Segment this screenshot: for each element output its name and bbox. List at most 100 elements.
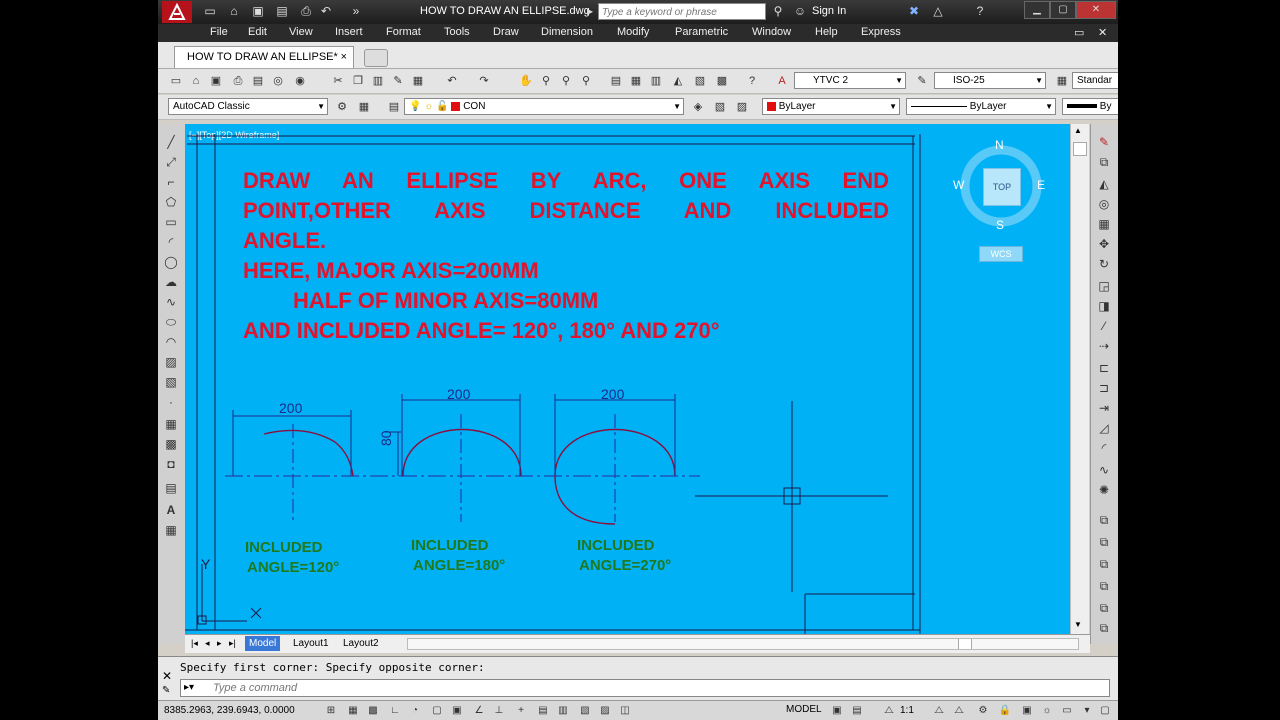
sign-in-link[interactable]: Sign In	[812, 5, 846, 17]
color-select[interactable]: ByLayer ▼	[762, 98, 900, 115]
quick-properties-icon[interactable]: ▧	[578, 704, 592, 718]
binoculars-icon[interactable]: ⚲	[770, 3, 786, 19]
command-settings-icon[interactable]: ✎	[162, 685, 170, 696]
annotation-scale-value[interactable]: 1:1	[900, 705, 914, 716]
menu-format[interactable]: Format	[386, 26, 421, 38]
polar-tracking-icon[interactable]: ◔	[408, 704, 422, 718]
markup-icon[interactable]: ▧	[692, 73, 708, 89]
qnew-icon[interactable]: ▭	[168, 73, 184, 89]
doc-restore-icon[interactable]: ▭	[1074, 26, 1084, 39]
customization-icon[interactable]: ▢	[1098, 704, 1112, 718]
command-close-icon[interactable]: ✕	[162, 669, 172, 683]
scroll-down-icon[interactable]: ▼	[1074, 620, 1082, 629]
menu-insert[interactable]: Insert	[335, 26, 363, 38]
table-icon[interactable]: ▤	[163, 480, 179, 496]
lock-ui-icon[interactable]: 🔒	[998, 704, 1012, 718]
circle-icon[interactable]: ◯	[163, 254, 179, 270]
open-file-icon[interactable]: ⌂	[226, 3, 242, 19]
doc-close-icon[interactable]: ✕	[1098, 26, 1107, 39]
workspace-select[interactable]: AutoCAD Classic ▼	[168, 98, 328, 115]
make-current-layer-icon[interactable]: ◈	[690, 99, 706, 115]
lineweight-select[interactable]: By	[1062, 98, 1118, 115]
zoom-realtime-icon[interactable]: ⚲	[538, 73, 554, 89]
spline-icon[interactable]: ∿	[163, 294, 179, 310]
autodesk-a360-icon[interactable]: △	[930, 3, 946, 19]
viewcube[interactable]: TOP N S E W WCS	[951, 138, 1051, 268]
arc-icon[interactable]: ◜	[163, 234, 179, 250]
auto-scale-icon[interactable]: ⧍	[952, 704, 966, 718]
user-icon[interactable]: ☺	[792, 3, 808, 19]
rotate-icon[interactable]: ↻	[1096, 256, 1112, 272]
command-prompt-icon[interactable]: ▸▾	[184, 682, 194, 693]
viewcube-south[interactable]: S	[996, 218, 1004, 232]
make-block-icon[interactable]: ▧	[163, 374, 179, 390]
menu-file[interactable]: File	[210, 26, 228, 38]
draw-order-under-icon[interactable]: ⧉	[1096, 578, 1112, 594]
viewcube-top-face[interactable]: TOP	[983, 168, 1021, 206]
break-icon[interactable]: ⊐	[1096, 380, 1112, 396]
clean-screen-icon[interactable]: ▭	[1060, 704, 1074, 718]
save-as-icon[interactable]: ▤	[274, 3, 290, 19]
3d-object-snap-icon[interactable]: ▣	[450, 704, 464, 718]
search-input[interactable]: Type a keyword or phrase	[598, 3, 766, 20]
menu-express[interactable]: Express	[861, 26, 901, 38]
open-icon[interactable]: ⌂	[188, 73, 204, 89]
lineweight-icon[interactable]: ▤	[536, 704, 550, 718]
maximize-button[interactable]: ▢	[1050, 1, 1076, 19]
design-center-icon[interactable]: ▦	[628, 73, 644, 89]
insert-block-icon[interactable]: ▨	[163, 354, 179, 370]
cursor-coordinates[interactable]: 8385.2963, 239.6943, 0.0000	[164, 705, 295, 716]
stretch-icon[interactable]: ◨	[1096, 298, 1112, 314]
table-style-icon[interactable]: ▦	[1054, 73, 1070, 89]
scale-icon[interactable]: ◲	[1096, 278, 1112, 294]
mirror-icon[interactable]: ◭	[1096, 176, 1112, 192]
help-icon[interactable]: ?	[972, 3, 988, 19]
layer-properties-icon[interactable]: ▤	[386, 99, 402, 115]
copy-icon[interactable]: ❐	[350, 73, 366, 89]
menu-view[interactable]: View	[289, 26, 313, 38]
draw-order-back-icon[interactable]: ⧉	[1096, 534, 1112, 550]
match-properties-icon[interactable]: ✎	[390, 73, 406, 89]
menu-modify[interactable]: Modify	[617, 26, 649, 38]
pan-icon[interactable]: ✋	[518, 73, 534, 89]
wcs-menu-button[interactable]: WCS	[979, 246, 1023, 262]
redo-toolbar-icon[interactable]: ↷	[476, 73, 492, 89]
menu-tools[interactable]: Tools	[444, 26, 470, 38]
3d-dwf-icon[interactable]: ◉	[292, 73, 308, 89]
move-icon[interactable]: ✥	[1096, 236, 1112, 252]
dim-style-icon[interactable]: ✎	[914, 73, 930, 89]
region-icon[interactable]: ◘	[163, 456, 179, 472]
drawing-canvas[interactable]: [−][Top][2D Wireframe] DRAW AN ELLIPSE B…	[185, 124, 1070, 634]
gradient-icon[interactable]: ▩	[163, 436, 179, 452]
ortho-mode-icon[interactable]: ∟	[388, 704, 402, 718]
zoom-window-icon[interactable]: ⚲	[558, 73, 574, 89]
dynamic-ucs-icon[interactable]: ⊥	[492, 704, 506, 718]
exchange-icon[interactable]: ✖	[906, 3, 922, 19]
properties-icon[interactable]: ▤	[608, 73, 624, 89]
join-icon[interactable]: ⇥	[1096, 400, 1112, 416]
point-icon[interactable]: ·	[163, 394, 179, 410]
grid-display-icon[interactable]: ▩	[366, 704, 380, 718]
viewcube-west[interactable]: W	[953, 178, 964, 192]
autocad-logo-icon[interactable]	[162, 1, 192, 23]
menu-dimension[interactable]: Dimension	[541, 26, 593, 38]
fillet-icon[interactable]: ◜	[1096, 440, 1112, 456]
extend-icon[interactable]: ⇢	[1096, 338, 1112, 354]
menu-window[interactable]: Window	[752, 26, 791, 38]
publish-icon[interactable]: ◎	[270, 73, 286, 89]
calculator-icon[interactable]: ▩	[714, 73, 730, 89]
revision-cloud-icon[interactable]: ☁	[163, 274, 179, 290]
model-space-button[interactable]: MODEL	[786, 704, 822, 715]
ellipse-arc-icon[interactable]: ◠	[163, 334, 179, 350]
sheet-set-icon[interactable]: ◭	[670, 73, 686, 89]
new-file-icon[interactable]: ▭	[202, 3, 218, 19]
layer-previous-icon[interactable]: ▧	[712, 99, 728, 115]
tab-drawing[interactable]: HOW TO DRAW AN ELLIPSE* ×	[174, 46, 354, 68]
paste-icon[interactable]: ▥	[370, 73, 386, 89]
plot-preview-icon[interactable]: ▤	[250, 73, 266, 89]
last-layout-icon[interactable]: ▸|	[225, 636, 240, 651]
menu-parametric[interactable]: Parametric	[675, 26, 728, 38]
explode-icon[interactable]: ✺	[1096, 482, 1112, 498]
annotation-visibility-icon[interactable]: ⧍	[932, 704, 946, 718]
horizontal-scrollbar[interactable]	[407, 638, 1079, 650]
